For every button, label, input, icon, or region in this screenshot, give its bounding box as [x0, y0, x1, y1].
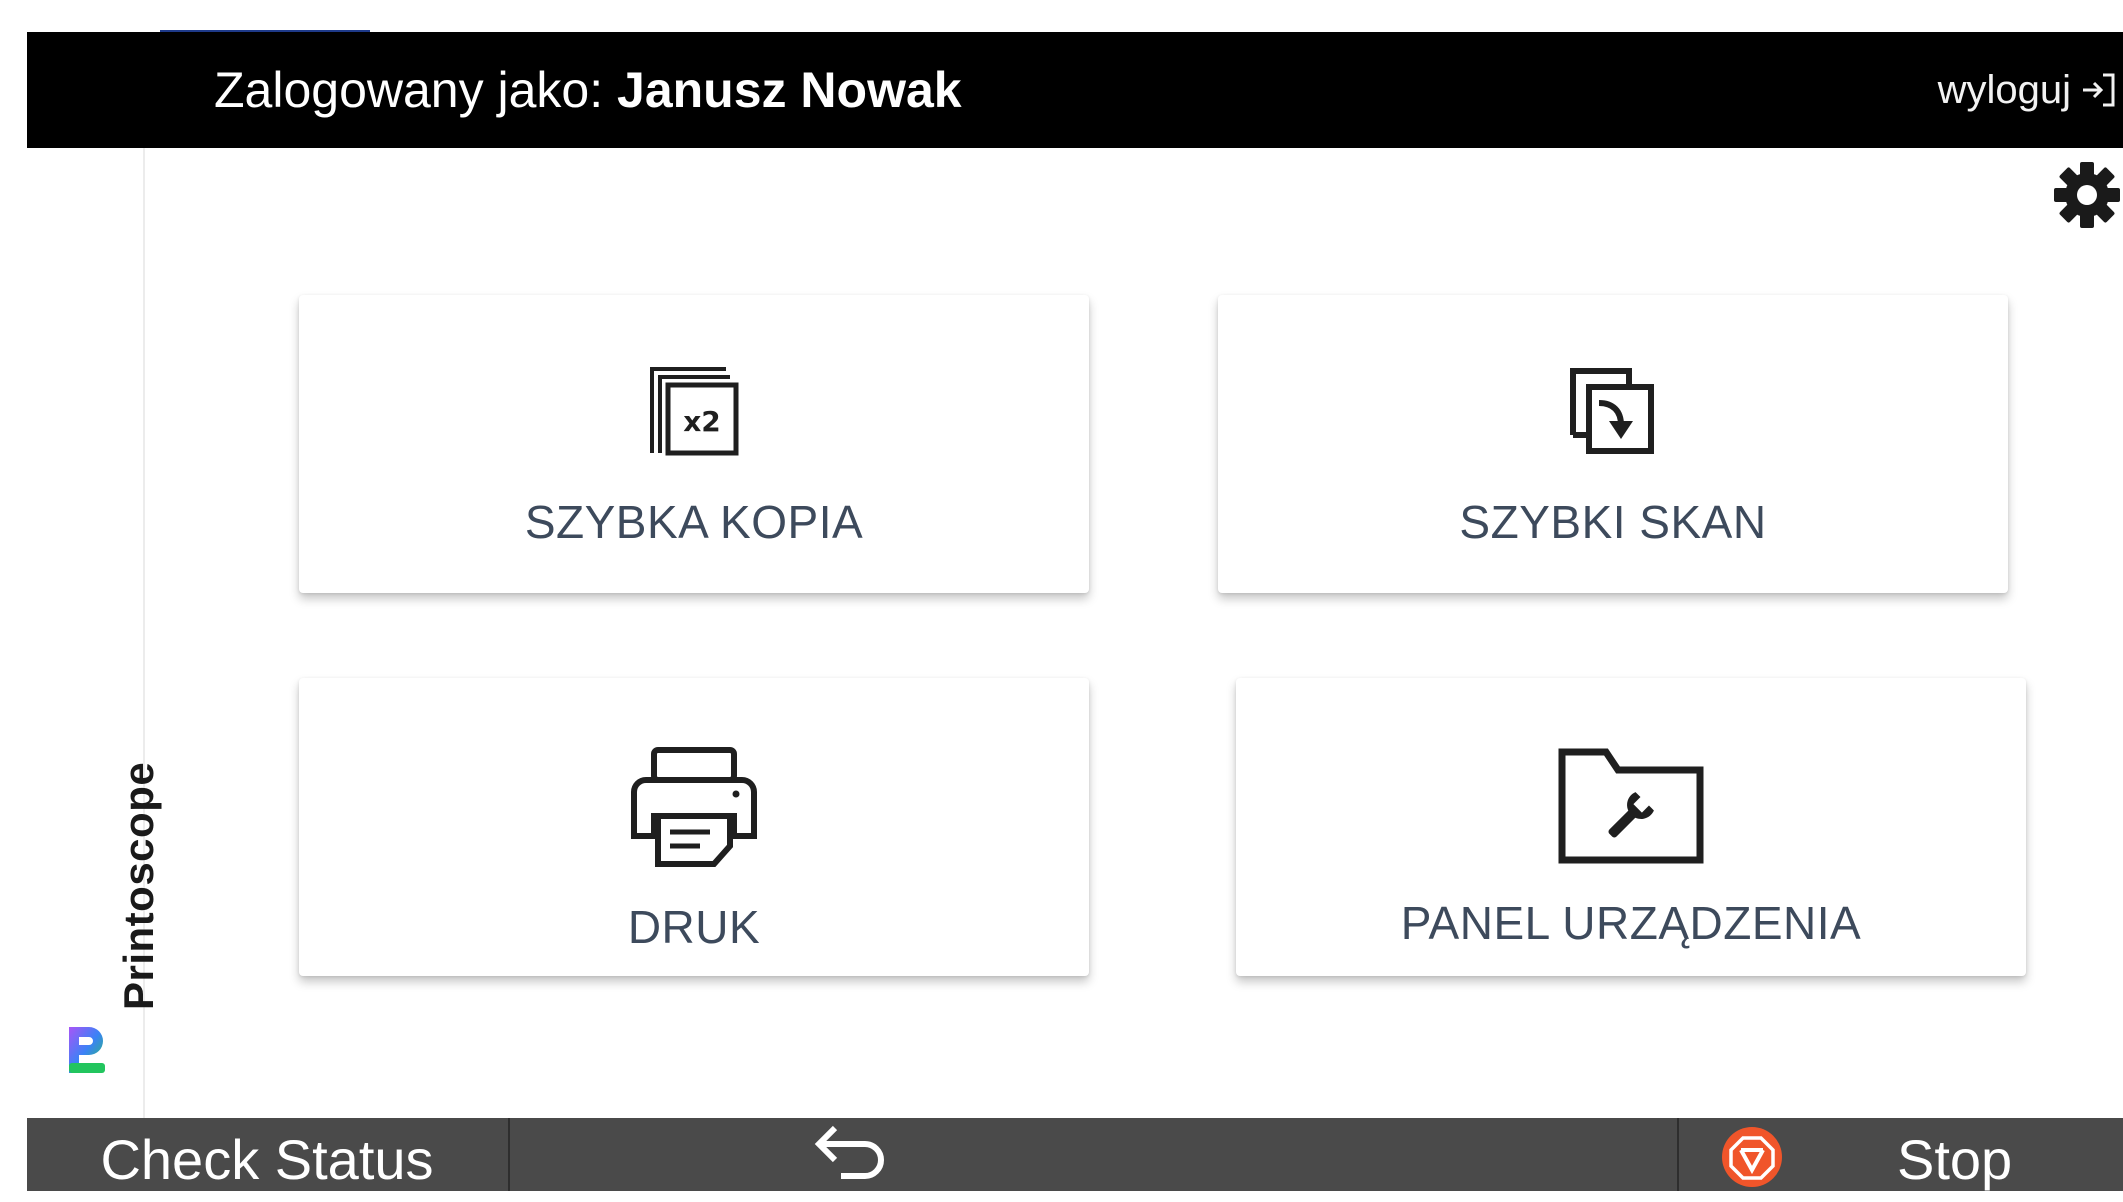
device-home-screen: Zalogowany jako: Janusz Nowak wyloguj Pr… [0, 0, 2123, 1191]
scan-icon [1570, 368, 1654, 454]
gear-icon[interactable] [2052, 160, 2122, 230]
header-bar: Zalogowany jako: Janusz Nowak wyloguj [27, 32, 2123, 148]
check-status-button[interactable]: Check Status [27, 1118, 507, 1191]
copy-x2-icon: x2 [650, 367, 739, 456]
brand: Printoscope [27, 148, 162, 1118]
logout-button[interactable]: wyloguj [1938, 32, 2115, 148]
quick-copy-label: SZYBKA KOPIA [524, 496, 864, 548]
logged-in-line: Zalogowany jako: Janusz Nowak [214, 32, 962, 148]
user-name: Janusz Nowak [617, 62, 962, 118]
device-panel-tile[interactable]: PANEL URZĄDZENIA [1236, 678, 2026, 976]
device-panel-label: PANEL URZĄDZENIA [1400, 897, 1862, 949]
quick-scan-tile[interactable]: SZYBKI SKAN [1218, 295, 2008, 593]
stop-button[interactable]: Stop [1677, 1118, 2123, 1191]
brand-name: Printoscope [115, 761, 162, 1010]
printer-icon [631, 747, 757, 867]
stop-icon [1722, 1127, 1782, 1187]
folder-wrench-icon [1558, 748, 1704, 864]
quick-copy-tile[interactable]: x2 SZYBKA KOPIA [299, 295, 1089, 593]
print-label: DRUK [627, 901, 761, 953]
logout-label: wyloguj [1937, 68, 2071, 112]
footer-bar: Check Status Stop [27, 1118, 2123, 1191]
back-arrow-icon[interactable] [807, 1122, 897, 1182]
stop-label: Stop [1897, 1128, 2013, 1191]
sidebar: Printoscope [27, 148, 162, 1118]
logout-icon [2083, 73, 2115, 107]
svg-text:x2: x2 [683, 405, 721, 438]
print-tile[interactable]: DRUK [299, 678, 1089, 976]
logged-in-prefix: Zalogowany jako: [214, 62, 618, 118]
quick-scan-label: SZYBKI SKAN [1459, 496, 1767, 548]
footer-divider [508, 1118, 510, 1191]
printoscope-logo [69, 1027, 105, 1073]
